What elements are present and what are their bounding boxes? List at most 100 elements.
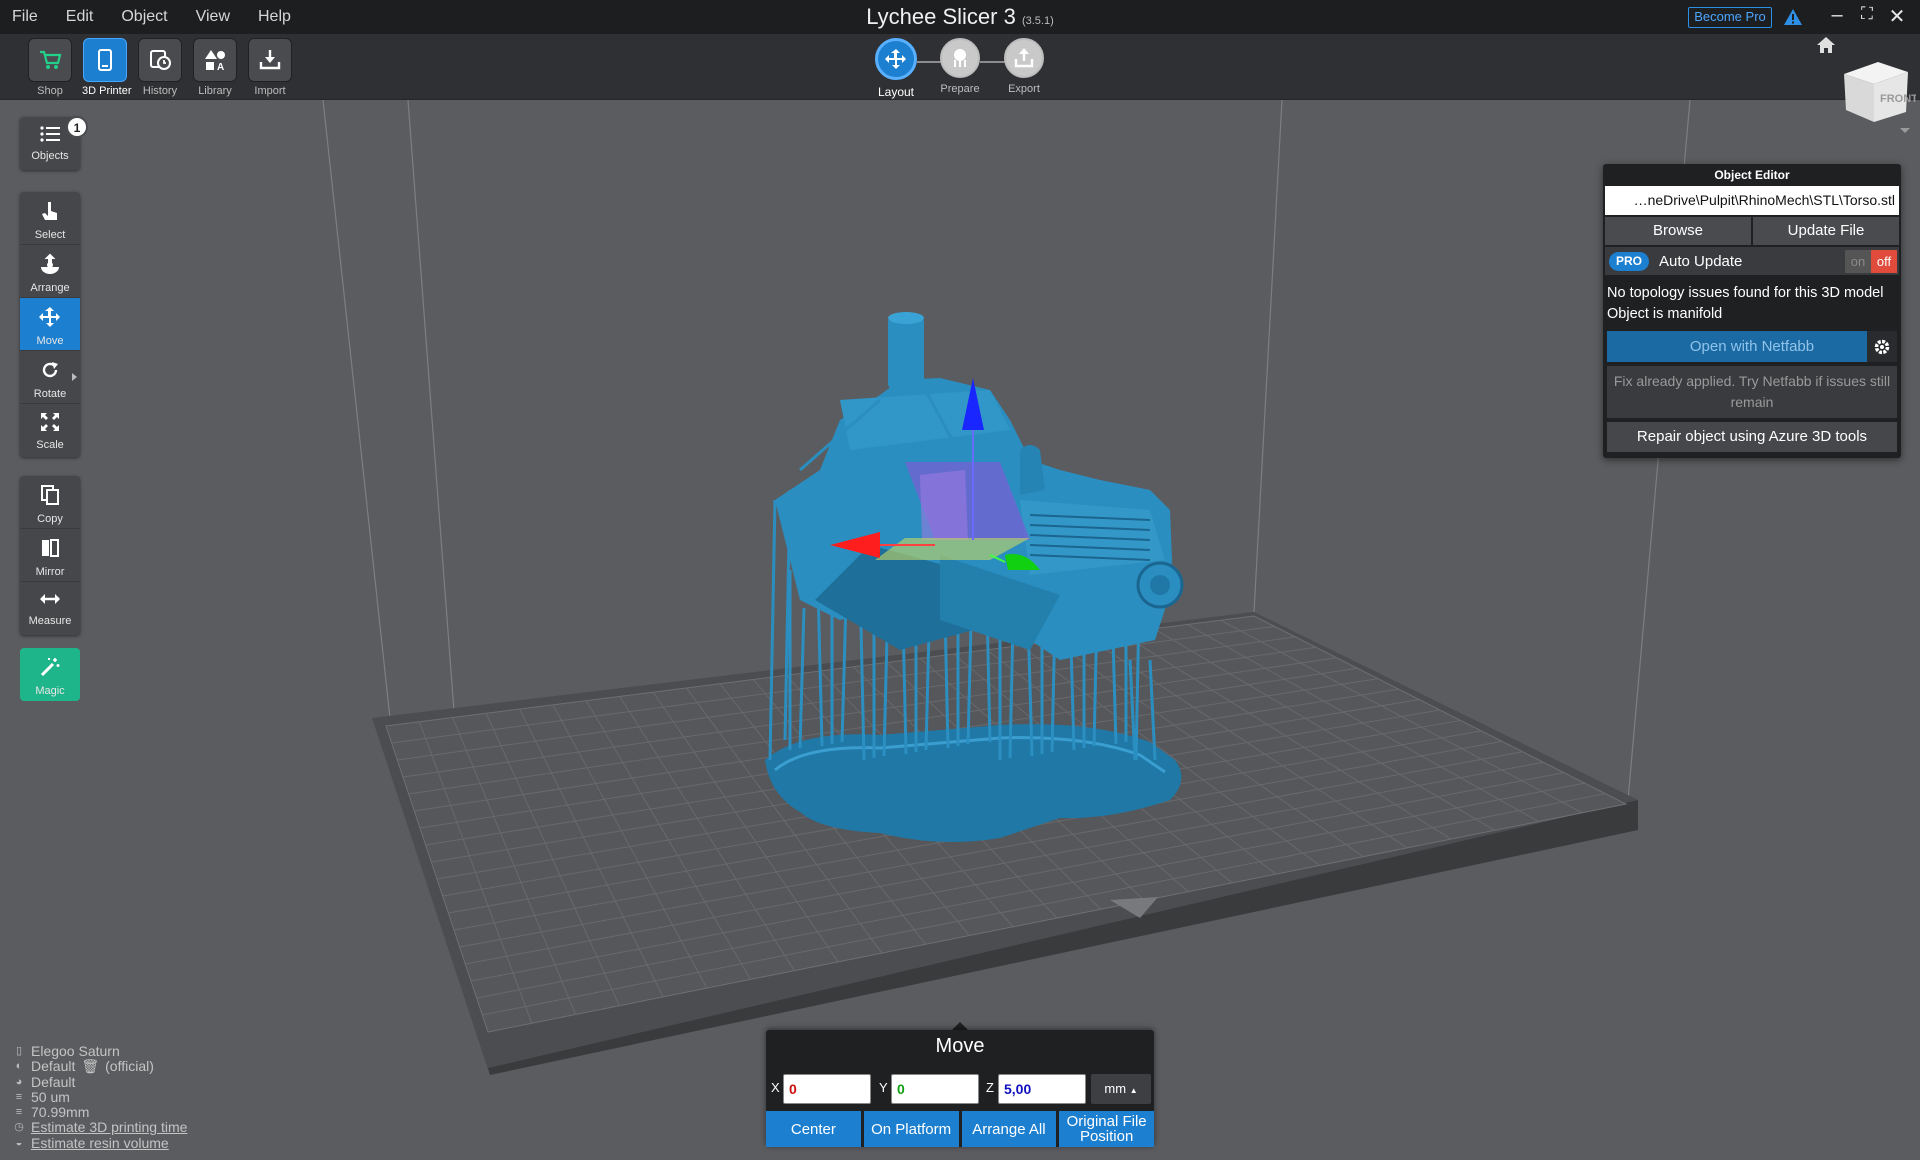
unit-label: mm — [1104, 1081, 1127, 1096]
copy-icon — [41, 485, 59, 505]
tools-group-2: Copy Mirror Measure — [20, 476, 80, 635]
menu-edit[interactable]: Edit — [66, 8, 94, 26]
view-cube[interactable]: FRONT — [1838, 56, 1916, 136]
repair-azure-button[interactable]: Repair object using Azure 3D tools — [1607, 422, 1897, 452]
height-icon: ≡ — [15, 1106, 23, 1119]
magic-wand-icon — [40, 658, 60, 677]
x-label: X — [771, 1080, 780, 1095]
select-button[interactable]: Select — [20, 192, 80, 245]
copy-button[interactable]: Copy — [20, 476, 80, 529]
layer-icon: ≡ — [15, 1090, 23, 1103]
submenu-arrow-icon — [72, 373, 77, 381]
3d-model[interactable] — [765, 312, 1184, 842]
center-button[interactable]: Center — [766, 1111, 861, 1147]
rotate-button[interactable]: Rotate — [20, 351, 80, 404]
arrange-label: Arrange — [30, 282, 70, 294]
object-editor-title: Object Editor — [1714, 168, 1790, 182]
arrange-all-button[interactable]: Arrange All — [961, 1111, 1057, 1147]
measure-icon — [40, 594, 60, 604]
resin-icon: ◐ — [15, 1060, 23, 1073]
library-icon: A — [193, 38, 237, 82]
estimate-time-link[interactable]: Estimate 3D printing time — [31, 1120, 187, 1136]
printer-name[interactable]: Elegoo Saturn — [31, 1043, 120, 1059]
fix-info-text: Fix already applied. Try Netfabb if issu… — [1607, 366, 1897, 418]
topology-status: No topology issues found for this 3D mod… — [1605, 283, 1899, 325]
become-pro-button[interactable]: Become Pro — [1688, 7, 1772, 28]
update-file-button[interactable]: Update File — [1753, 217, 1899, 245]
3d-printer-label: 3D Printer — [82, 85, 132, 97]
warning-icon[interactable] — [1783, 8, 1803, 26]
library-button[interactable]: A Library — [192, 38, 238, 97]
step-layout[interactable]: Layout — [866, 38, 926, 99]
z-input[interactable]: 5,00 — [998, 1074, 1086, 1104]
close-window-button[interactable]: ✕ — [1882, 4, 1912, 30]
magic-button[interactable]: Magic — [20, 648, 80, 701]
objects-count-badge: 1 — [66, 116, 88, 138]
estimate-volume-link[interactable]: Estimate resin volume — [31, 1135, 169, 1151]
z-label: Z — [986, 1080, 994, 1095]
export-icon — [1004, 38, 1044, 78]
resin-volume-icon: ◒ — [15, 1136, 23, 1149]
import-button[interactable]: Import — [247, 38, 293, 97]
menu-file[interactable]: File — [12, 8, 38, 26]
supports-icon — [940, 38, 980, 78]
model-height: 70.99mm — [31, 1104, 90, 1121]
scale-label: Scale — [36, 439, 64, 451]
copy-label: Copy — [37, 513, 63, 525]
mirror-button[interactable]: Mirror — [20, 529, 80, 582]
maximize-button[interactable]: ⛶ — [1852, 4, 1882, 30]
shop-button[interactable]: Shop — [27, 38, 73, 97]
step-export[interactable]: Export — [994, 38, 1054, 95]
shop-label: Shop — [37, 85, 63, 97]
menu-help[interactable]: Help — [258, 8, 291, 26]
caret-up-icon: ▲ — [1129, 1086, 1138, 1095]
list-icon — [40, 126, 60, 142]
printer-icon: ▯ — [15, 1045, 23, 1057]
y-input[interactable]: 0 — [891, 1074, 979, 1104]
file-path-field[interactable]: …neDrive\Pulpit\RhinoMech\STL\Torso.stl — [1605, 186, 1899, 215]
home-icon[interactable] — [1816, 36, 1836, 54]
toggle-off[interactable]: off — [1871, 250, 1897, 273]
printer-info: ▯ Elegoo Saturn ◐ Default 🗑 (official) ◕ Def… — [13, 1043, 187, 1151]
app-version: (3.5.1) — [1021, 15, 1054, 27]
profile-icon: ◕ — [15, 1075, 23, 1088]
measure-button[interactable]: Measure — [20, 582, 80, 635]
browse-button[interactable]: Browse — [1605, 217, 1751, 245]
move-button[interactable]: Move — [20, 298, 80, 351]
step-prepare[interactable]: Prepare — [930, 38, 990, 95]
move-icon — [39, 307, 60, 327]
printer-icon — [83, 38, 127, 82]
clock-icon: ◷ — [14, 1121, 24, 1134]
auto-update-toggle[interactable]: on off — [1845, 250, 1897, 273]
step-layout-label: Layout — [877, 85, 915, 99]
netfabb-settings-button[interactable] — [1867, 331, 1897, 362]
arrange-button[interactable]: Arrange — [20, 245, 80, 298]
x-input[interactable]: 0 — [783, 1074, 871, 1104]
move-coordinates: X 0 Y 0 Z 5,00 mm ▲ — [766, 1072, 1154, 1104]
unit-select[interactable]: mm ▲ — [1091, 1074, 1151, 1104]
menu-bar: File Edit Object View Help — [12, 8, 291, 26]
gear-icon — [1874, 339, 1890, 354]
topology-line-2: Object is manifold — [1607, 306, 1723, 322]
scale-button[interactable]: Scale — [20, 404, 80, 457]
on-platform-button[interactable]: On Platform — [863, 1111, 959, 1147]
import-icon — [248, 38, 292, 82]
original-position-button[interactable]: Original File Position — [1059, 1111, 1154, 1147]
svg-text:A: A — [217, 62, 224, 72]
history-button[interactable]: History — [137, 38, 183, 97]
minimize-button[interactable]: – — [1822, 4, 1852, 30]
3d-printer-button[interactable]: 3D Printer — [82, 38, 132, 97]
open-netfabb-button[interactable]: Open with Netfabb — [1607, 331, 1897, 362]
menu-view[interactable]: View — [196, 8, 230, 26]
pro-badge: PRO — [1609, 252, 1649, 271]
resin-name[interactable]: Default — [31, 1058, 75, 1074]
auto-update-row: PRO Auto Update on off — [1605, 247, 1899, 275]
trash-icon: 🗑 — [81, 1058, 100, 1075]
menu-object[interactable]: Object — [121, 8, 167, 26]
profile-name[interactable]: Default — [31, 1074, 75, 1090]
step-export-label: Export — [1008, 83, 1040, 95]
topology-line-1: No topology issues found for this 3D mod… — [1607, 285, 1884, 301]
magic-group: Magic — [20, 648, 80, 701]
select-label: Select — [34, 229, 66, 241]
toggle-on[interactable]: on — [1845, 250, 1871, 273]
